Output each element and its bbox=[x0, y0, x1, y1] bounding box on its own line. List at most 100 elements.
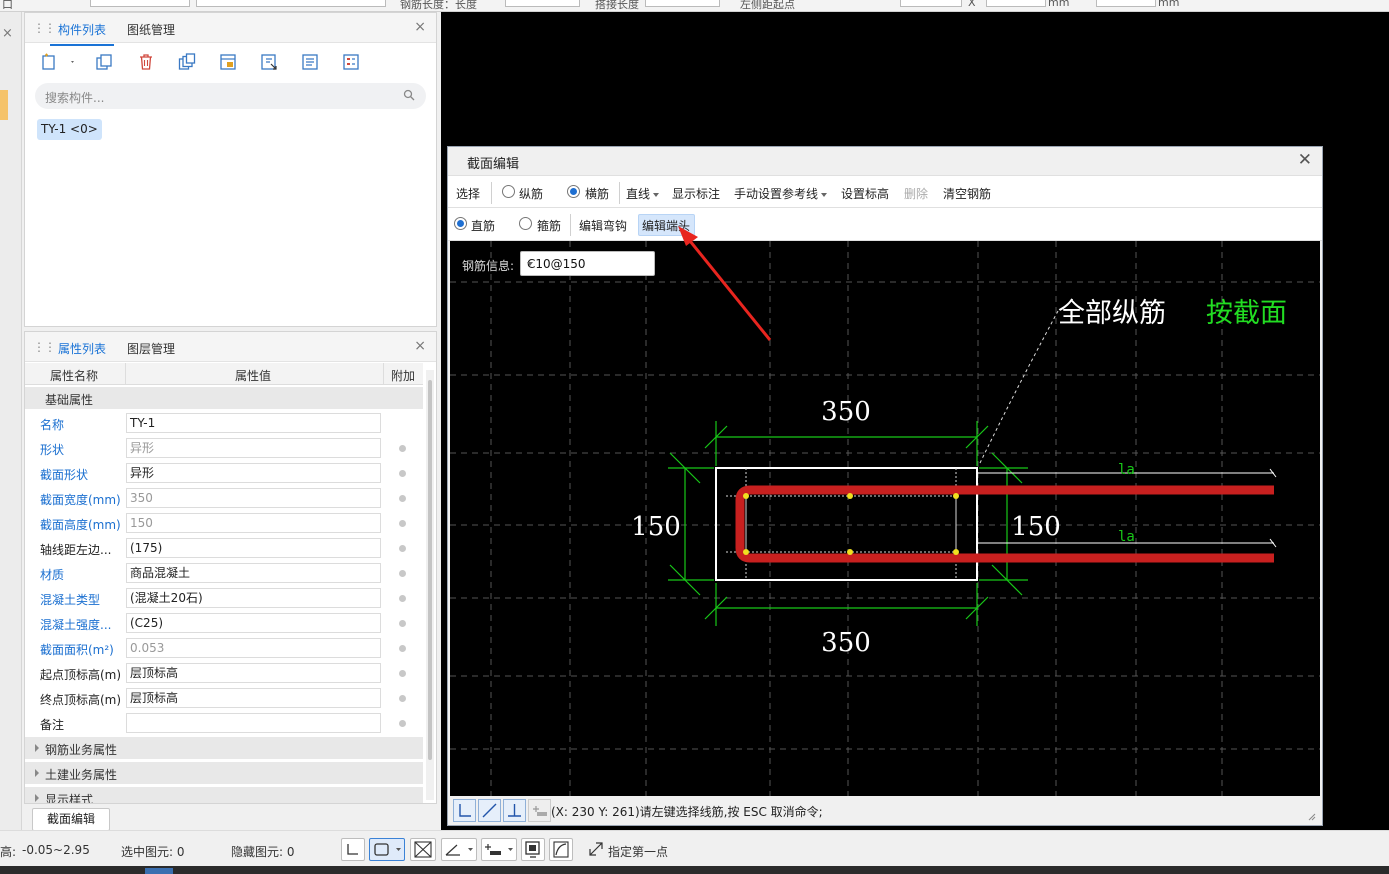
property-row[interactable]: 形状 异形 bbox=[25, 436, 423, 461]
longitudinal-radio[interactable] bbox=[502, 185, 515, 198]
top-field[interactable] bbox=[505, 0, 580, 7]
property-row[interactable]: 混凝土类型 (混凝土20石) bbox=[25, 586, 423, 611]
property-value[interactable]: 0.053 bbox=[126, 638, 381, 658]
rebar-info-select[interactable]: C10@150 bbox=[520, 251, 655, 276]
line-draw-button[interactable] bbox=[478, 799, 501, 822]
property-row[interactable]: 名称 TY-1 bbox=[25, 411, 423, 436]
property-row[interactable]: 材质 商品混凝土 bbox=[25, 561, 423, 586]
curve-button[interactable] bbox=[549, 838, 573, 861]
attach-dot[interactable] bbox=[399, 445, 406, 452]
offset-dropdown[interactable] bbox=[481, 838, 517, 861]
select-tool-button[interactable]: 选择 bbox=[456, 185, 480, 202]
attach-dot[interactable] bbox=[399, 720, 406, 727]
delete-button[interactable]: 删除 bbox=[904, 185, 928, 202]
tab-layer-management[interactable]: 图层管理 bbox=[127, 340, 175, 357]
show-dimension-button[interactable]: 显示标注 bbox=[672, 185, 720, 202]
attach-dot[interactable] bbox=[399, 620, 406, 627]
ortho-toggle-button[interactable] bbox=[341, 838, 365, 861]
stirrup-radio[interactable] bbox=[519, 217, 532, 230]
attach-dot[interactable] bbox=[399, 495, 406, 502]
property-value[interactable]: 商品混凝土 bbox=[126, 563, 381, 583]
attach-dot[interactable] bbox=[399, 645, 406, 652]
table-view-button[interactable] bbox=[338, 50, 364, 74]
drag-grip-icon[interactable]: ⋮⋮ bbox=[33, 340, 56, 354]
top-field[interactable] bbox=[900, 0, 962, 7]
scrollbar-thumb[interactable] bbox=[428, 380, 432, 760]
ortho-button[interactable] bbox=[453, 799, 476, 822]
transverse-label[interactable]: 横筋 bbox=[585, 185, 609, 202]
delete-button[interactable] bbox=[133, 50, 159, 74]
property-row[interactable]: 截面高度(mm) 150 bbox=[25, 511, 423, 536]
component-item-ty1[interactable]: TY-1 <0> bbox=[37, 119, 102, 140]
resize-grip-icon[interactable] bbox=[1306, 811, 1316, 821]
property-value[interactable] bbox=[126, 713, 381, 733]
drag-grip-icon[interactable]: ⋮⋮ bbox=[33, 21, 56, 35]
property-row[interactable]: 起点顶标高(m) 层顶标高 bbox=[25, 661, 423, 686]
extract-button[interactable] bbox=[215, 50, 241, 74]
group-rebar-properties[interactable]: 钢筋业务属性 bbox=[25, 737, 423, 759]
screen-capture-button[interactable] bbox=[521, 838, 545, 861]
tab-component-list[interactable]: 构件列表 bbox=[49, 21, 115, 46]
tab-drawing-management[interactable]: 图纸管理 bbox=[127, 21, 175, 38]
component-search-input[interactable]: 搜索构件... bbox=[35, 83, 426, 109]
angle-dropdown[interactable] bbox=[441, 838, 477, 861]
property-row[interactable]: 轴线距左边... (175) bbox=[25, 536, 423, 561]
properties-view-button[interactable] bbox=[297, 50, 323, 74]
property-value[interactable]: 异形 bbox=[126, 463, 381, 483]
longitudinal-label[interactable]: 纵筋 bbox=[519, 185, 543, 202]
property-row[interactable]: 截面面积(m²) 0.053 bbox=[25, 636, 423, 661]
close-icon[interactable]: × bbox=[414, 19, 426, 35]
section-drawing-canvas[interactable]: 350 350 150 150 la la 全部纵筋 按截面 钢筋信息: C10… bbox=[450, 241, 1320, 796]
group-civil-properties[interactable]: 土建业务属性 bbox=[25, 762, 423, 784]
perpendicular-button[interactable] bbox=[503, 799, 526, 822]
attach-dot[interactable] bbox=[399, 470, 406, 477]
section-edit-button[interactable]: 截面编辑 bbox=[32, 808, 110, 831]
attach-dot[interactable] bbox=[399, 520, 406, 527]
search-icon[interactable] bbox=[403, 89, 415, 101]
property-scrollbar[interactable] bbox=[426, 370, 434, 800]
manual-reference-line-dropdown[interactable]: 手动设置参考线 bbox=[734, 185, 828, 202]
property-value[interactable]: 150 bbox=[126, 513, 381, 533]
transverse-radio[interactable] bbox=[567, 185, 580, 198]
property-value[interactable]: TY-1 bbox=[126, 413, 381, 433]
property-value[interactable]: 异形 bbox=[126, 438, 381, 458]
edit-hook-button[interactable]: 编辑弯钩 bbox=[579, 217, 627, 234]
tab-property-list[interactable]: 属性列表 bbox=[49, 340, 115, 365]
stirrup-label[interactable]: 箍筋 bbox=[537, 217, 561, 234]
property-row[interactable]: 截面宽度(mm) 350 bbox=[25, 486, 423, 511]
import-button[interactable] bbox=[256, 50, 282, 74]
dialog-titlebar[interactable]: 截面编辑 ✕ bbox=[448, 147, 1322, 175]
copy-to-floor-button[interactable] bbox=[174, 50, 200, 74]
new-component-button[interactable] bbox=[37, 50, 79, 74]
property-value[interactable]: (175) bbox=[126, 538, 381, 558]
top-field[interactable] bbox=[196, 0, 386, 7]
group-basic-properties[interactable]: 基础属性 bbox=[25, 387, 423, 409]
straight-bar-radio[interactable] bbox=[454, 217, 467, 230]
attach-dot[interactable] bbox=[399, 570, 406, 577]
clear-rebar-button[interactable]: 清空钢筋 bbox=[943, 185, 991, 202]
property-row[interactable]: 截面形状 异形 bbox=[25, 461, 423, 486]
attach-dot[interactable] bbox=[399, 545, 406, 552]
group-display-style[interactable]: 显示样式 bbox=[25, 787, 423, 803]
top-field[interactable] bbox=[90, 0, 190, 7]
property-value[interactable]: 350 bbox=[126, 488, 381, 508]
property-value[interactable]: (混凝土20石) bbox=[126, 588, 381, 608]
property-row[interactable]: 混凝土强度... (C25) bbox=[25, 611, 423, 636]
top-field[interactable] bbox=[1096, 0, 1156, 7]
set-elevation-button[interactable]: 设置标高 bbox=[841, 185, 889, 202]
snap-mode-dropdown[interactable] bbox=[369, 838, 405, 861]
close-icon[interactable]: × bbox=[414, 338, 426, 354]
offset-button[interactable] bbox=[528, 799, 551, 822]
property-row[interactable]: 备注 bbox=[25, 711, 423, 736]
straight-bar-label[interactable]: 直筋 bbox=[471, 217, 495, 234]
property-value[interactable]: (C25) bbox=[126, 613, 381, 633]
attach-dot[interactable] bbox=[399, 595, 406, 602]
copy-button[interactable] bbox=[91, 50, 117, 74]
property-value[interactable]: 层顶标高 bbox=[126, 663, 381, 683]
property-value[interactable]: 层顶标高 bbox=[126, 688, 381, 708]
attach-dot[interactable] bbox=[399, 670, 406, 677]
close-icon[interactable]: × bbox=[2, 26, 13, 41]
attach-dot[interactable] bbox=[399, 695, 406, 702]
cross-select-button[interactable] bbox=[410, 838, 436, 861]
top-field[interactable] bbox=[986, 0, 1046, 7]
